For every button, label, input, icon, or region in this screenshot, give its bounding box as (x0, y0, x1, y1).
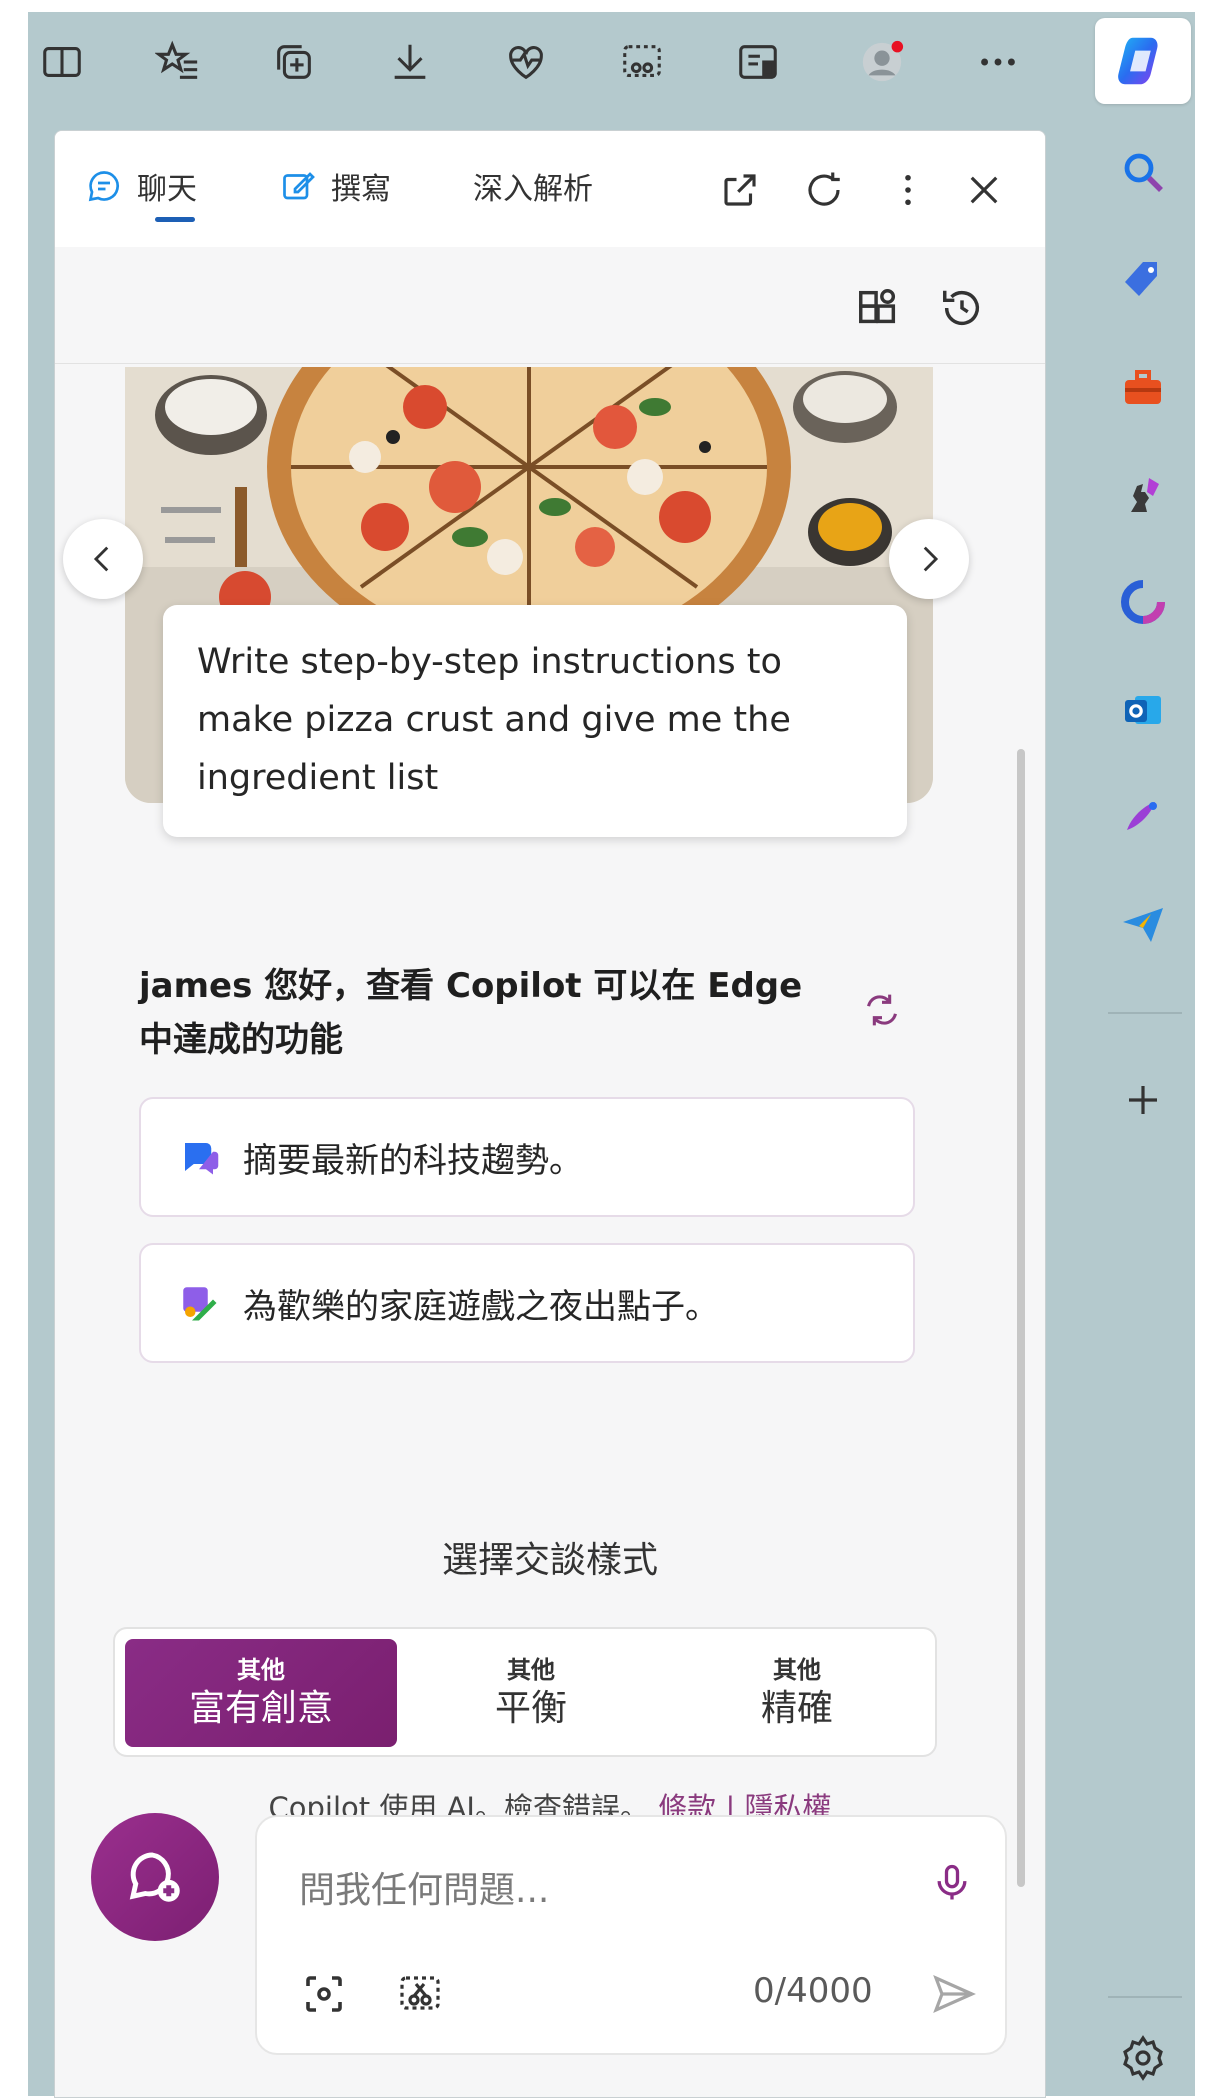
carousel-prev-button[interactable] (63, 519, 143, 599)
style-option-label: 精確 (760, 1688, 833, 1729)
tools-icon[interactable] (1115, 360, 1171, 416)
games-icon[interactable] (1115, 466, 1171, 522)
tab-label: 撰寫 (331, 172, 391, 207)
history-icon[interactable] (935, 281, 989, 335)
chat-input[interactable] (297, 1859, 901, 1921)
conversation-style-title: 選擇交談樣式 (441, 1540, 658, 1581)
web-capture-icon[interactable] (614, 34, 670, 90)
split-screen-icon[interactable] (34, 34, 90, 90)
sidebar-divider (1108, 1012, 1182, 1014)
settings-icon[interactable] (1115, 2030, 1171, 2086)
close-icon[interactable] (959, 165, 1009, 215)
refresh-suggestions-icon[interactable] (855, 983, 909, 1037)
performance-icon[interactable] (498, 34, 554, 90)
copilot-pane: 聊天 撰寫 深入解析 Write step-by-step instructio… (54, 130, 1046, 2098)
screenshot-frame: 聊天 撰寫 深入解析 Write step-by-step instructio… (0, 0, 1207, 2098)
tab-chat[interactable]: 聊天 (85, 161, 197, 211)
carousel-prompt-text: Write step-by-step instructions to make … (197, 642, 791, 798)
character-counter: 0/4000 (753, 1971, 873, 2011)
send-icon[interactable] (925, 1965, 983, 2023)
search-icon[interactable] (1115, 144, 1171, 200)
collections-icon[interactable] (266, 34, 322, 90)
compose-icon (279, 167, 317, 205)
style-option-small-label: 其他 (507, 1656, 555, 1684)
style-option-label: 平衡 (494, 1688, 567, 1729)
plugins-icon[interactable] (851, 281, 905, 335)
shopping-icon[interactable] (1115, 252, 1171, 308)
conversation-style-picker: 其他 富有創意 其他 平衡 其他 精確 (113, 1627, 937, 1757)
scrollbar[interactable] (1017, 749, 1025, 1887)
screenshot-capture-icon[interactable] (391, 1965, 449, 2023)
downloads-icon[interactable] (382, 34, 438, 90)
style-option-small-label: 其他 (237, 1656, 285, 1684)
sidebar-divider (1108, 1996, 1182, 1998)
style-option-creative[interactable]: 其他 富有創意 (125, 1639, 397, 1747)
style-option-balanced[interactable]: 其他 平衡 (395, 1639, 667, 1747)
designer-icon[interactable] (1115, 790, 1171, 846)
open-in-new-tab-icon[interactable] (715, 165, 765, 215)
paint-brush-icon (177, 1281, 221, 1325)
suggestion-label: 摘要最新的科技趨勢。 (243, 1140, 583, 1181)
add-icon[interactable] (1115, 1072, 1171, 1128)
browser-toolbar (28, 12, 1098, 122)
chat-bubbles-icon (177, 1135, 221, 1179)
style-option-precise[interactable]: 其他 精確 (661, 1639, 933, 1747)
copilot-icon[interactable] (1095, 18, 1191, 104)
favorites-icon[interactable] (150, 34, 206, 90)
suggestion-card[interactable]: 摘要最新的科技趨勢。 (139, 1097, 915, 1217)
suggestion-label: 為歡樂的家庭遊戲之夜出點子。 (243, 1286, 719, 1327)
chat-icon (85, 167, 123, 205)
microphone-icon[interactable] (925, 1853, 979, 1913)
carousel-next-button[interactable] (889, 519, 969, 599)
active-tab-indicator (155, 217, 195, 222)
reading-view-icon[interactable] (730, 34, 786, 90)
more-icon[interactable] (883, 165, 933, 215)
outlook-icon[interactable] (1115, 682, 1171, 738)
refresh-icon[interactable] (799, 165, 849, 215)
microsoft365-icon[interactable] (1115, 574, 1171, 630)
tab-label: 聊天 (137, 172, 197, 207)
image-input-icon[interactable] (295, 1965, 353, 2023)
greeting-text: james 您好，查看 Copilot 可以在 Edge 中達成的功能 (139, 966, 803, 1060)
tab-label: 深入解析 (473, 172, 593, 207)
new-topic-button[interactable] (91, 1813, 219, 1941)
composer: 0/4000 (255, 1815, 1007, 2055)
suggestion-card[interactable]: 為歡樂的家庭遊戲之夜出點子。 (139, 1243, 915, 1363)
drop-icon[interactable] (1115, 896, 1171, 952)
pane-header: 聊天 撰寫 深入解析 (55, 131, 1045, 248)
tab-insights[interactable]: 深入解析 (473, 161, 593, 211)
tab-compose[interactable]: 撰寫 (279, 161, 391, 211)
carousel-prompt-card[interactable]: Write step-by-step instructions to make … (163, 605, 907, 837)
style-option-label: 富有創意 (188, 1688, 333, 1729)
more-options-icon[interactable] (970, 34, 1026, 90)
profile-avatar[interactable] (854, 34, 910, 90)
style-option-small-label: 其他 (773, 1656, 821, 1684)
